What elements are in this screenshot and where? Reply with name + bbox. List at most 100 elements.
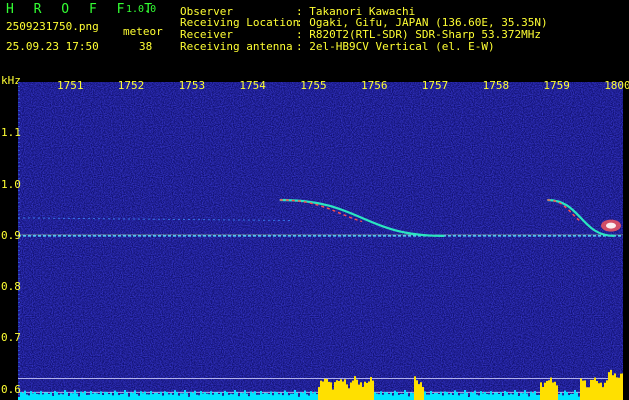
activity-bar: [464, 390, 466, 400]
activity-bar: [538, 394, 540, 400]
spectrogram-noise: [18, 82, 623, 400]
meteor-count: 38: [139, 40, 153, 53]
x-tick-label: 1754: [239, 79, 266, 92]
activity-bar: [58, 394, 60, 400]
activity-bar: [156, 392, 158, 400]
activity-bar: [304, 390, 306, 400]
activity-bar: [576, 392, 578, 400]
activity-bar: [556, 385, 558, 400]
activity-bar: [342, 381, 344, 400]
activity-bar: [610, 369, 612, 400]
activity-bar: [374, 392, 376, 400]
activity-bar: [152, 394, 154, 400]
activity-bar: [238, 396, 240, 400]
activity-bar: [324, 378, 326, 400]
activity-bar: [126, 392, 128, 400]
activity-bar: [272, 395, 274, 400]
activity-bar: [472, 393, 474, 400]
activity-bar: [480, 391, 482, 400]
file-datetime: 25.09.23 17:50: [6, 40, 99, 53]
activity-bar: [82, 393, 84, 400]
activity-bar: [452, 394, 454, 400]
activity-bar: [102, 395, 104, 400]
activity-bar: [450, 392, 452, 400]
activity-bar: [184, 390, 186, 400]
activity-bar: [60, 393, 62, 400]
activity-bar: [386, 392, 388, 400]
activity-bar: [292, 393, 294, 400]
activity-bar: [294, 390, 296, 400]
activity-bar: [280, 392, 282, 400]
activity-bar: [570, 393, 572, 400]
activity-bar: [354, 376, 356, 400]
x-tick-label: 1800: [604, 79, 629, 92]
activity-bar: [104, 391, 106, 400]
activity-bar: [396, 392, 398, 400]
activity-bar: [32, 393, 34, 400]
activity-bar: [518, 395, 520, 400]
activity-bar: [580, 378, 582, 400]
spectrogram: [18, 82, 623, 400]
activity-bar: [376, 393, 378, 400]
activity-bar: [380, 391, 382, 400]
activity-bar: [582, 380, 584, 400]
activity-bar: [504, 390, 506, 400]
activity-bar: [336, 380, 338, 400]
activity-bar: [216, 392, 218, 400]
activity-bar: [502, 395, 504, 400]
activity-bar: [500, 391, 502, 400]
activity-bar: [588, 387, 590, 400]
activity-bar: [310, 391, 312, 400]
activity-bar: [428, 394, 430, 400]
activity-bar: [284, 390, 286, 400]
activity-bar: [136, 394, 138, 400]
activity-bar: [124, 390, 126, 400]
activity-bar: [132, 393, 134, 400]
activity-bar: [186, 393, 188, 400]
activity-bar: [144, 391, 146, 400]
activity-bar: [584, 380, 586, 400]
y-tick-label: 1.0: [1, 177, 21, 191]
activity-bar: [572, 393, 574, 400]
activity-bar: [180, 393, 182, 400]
activity-bar: [448, 394, 450, 400]
activity-bar: [388, 394, 390, 400]
activity-bar: [174, 390, 176, 400]
activity-bar: [228, 394, 230, 400]
activity-bar: [548, 380, 550, 400]
receiver-label: Receiver: [180, 28, 233, 41]
activity-bar: [510, 393, 512, 400]
activity-bar: [404, 390, 406, 400]
activity-bar: [378, 394, 380, 400]
activity-bar: [494, 392, 496, 400]
x-tick-label: 1759: [543, 79, 570, 92]
activity-bar: [78, 396, 80, 400]
activity-bar: [148, 394, 150, 400]
activity-bar: [172, 394, 174, 400]
activity-bar: [164, 391, 166, 400]
activity-bar: [616, 377, 618, 400]
activity-bar: [302, 393, 304, 400]
activity-bar: [496, 392, 498, 400]
activity-bar: [420, 382, 422, 400]
y-tick-label: 0.6: [1, 382, 21, 396]
activity-bar: [76, 393, 78, 400]
activity-bar: [506, 392, 508, 400]
activity-bar: [96, 393, 98, 400]
activity-bar: [436, 393, 438, 400]
activity-bar: [528, 396, 530, 400]
activity-bar: [208, 394, 210, 400]
activity-bar: [190, 391, 192, 400]
y-tick-label: 0.7: [1, 331, 21, 345]
activity-bar: [454, 390, 456, 400]
activity-bar: [328, 381, 330, 400]
activity-bar: [522, 393, 524, 400]
x-tick-label: 1753: [178, 79, 206, 92]
activity-bar: [210, 391, 212, 400]
antenna-value: : 2el-HB9CV Vertical (el. E-W): [296, 40, 495, 53]
activity-bar: [288, 395, 290, 400]
file-name: 2509231750.png: [6, 20, 99, 33]
activity-bar: [266, 393, 268, 400]
activity-bar: [86, 394, 88, 400]
activity-bar: [596, 381, 598, 400]
